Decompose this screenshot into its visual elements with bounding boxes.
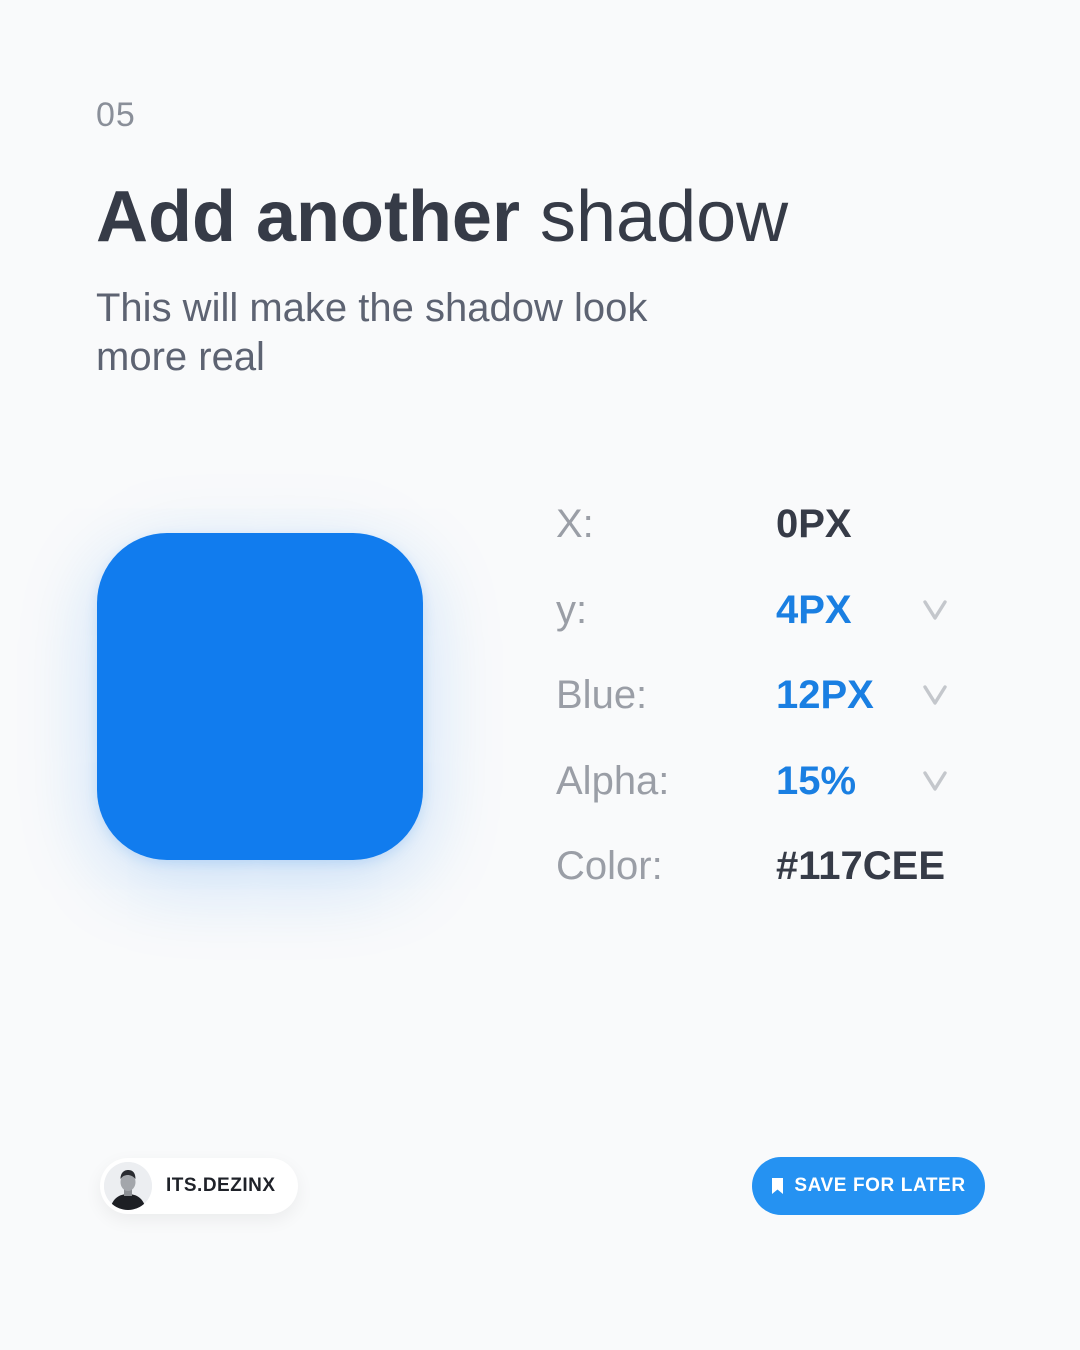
property-label-alpha: Alpha: — [556, 758, 670, 803]
shadow-preview-square — [97, 533, 423, 860]
page-title: Add another shadow — [96, 177, 789, 257]
chevron-down-icon[interactable] — [922, 596, 948, 622]
save-for-later-button[interactable]: SAVE FOR LATER — [752, 1157, 985, 1215]
property-value-x: 0PX — [776, 502, 852, 547]
save-button-label: SAVE FOR LATER — [794, 1175, 966, 1196]
chevron-down-icon[interactable] — [922, 681, 948, 707]
property-row-y[interactable]: y: 4PX — [556, 568, 976, 654]
avatar-icon — [104, 1162, 152, 1210]
bookmark-icon — [772, 1178, 784, 1194]
property-value-y[interactable]: 4PX — [776, 588, 852, 633]
property-value-color: #117CEE — [776, 844, 946, 889]
author-badge[interactable]: ITS.DEZINX — [100, 1158, 298, 1214]
step-number: 05 — [96, 96, 136, 134]
property-label-blur: Blue: — [556, 673, 648, 718]
property-label-y: y: — [556, 587, 588, 632]
property-row-color: Color: #117CEE — [556, 824, 976, 910]
property-row-alpha[interactable]: Alpha: 15% — [556, 739, 976, 825]
property-row-blur[interactable]: Blue: 12PX — [556, 653, 976, 739]
shadow-properties-panel: X: 0PX y: 4PX Blue: 12PX Alpha: 15% Colo… — [556, 482, 976, 910]
property-row-x: X: 0PX — [556, 482, 976, 568]
property-value-blur[interactable]: 12PX — [776, 673, 874, 718]
property-label-color: Color: — [556, 844, 663, 889]
chevron-down-icon[interactable] — [922, 767, 948, 793]
property-label-x: X: — [556, 502, 594, 547]
subtitle: This will make the shadow look more real — [96, 286, 648, 379]
property-value-alpha[interactable]: 15% — [776, 759, 856, 804]
title-bold: Add another — [96, 177, 520, 257]
avatar — [104, 1162, 152, 1210]
author-name[interactable]: ITS.DEZINX — [166, 1175, 276, 1197]
title-light: shadow — [519, 177, 789, 257]
